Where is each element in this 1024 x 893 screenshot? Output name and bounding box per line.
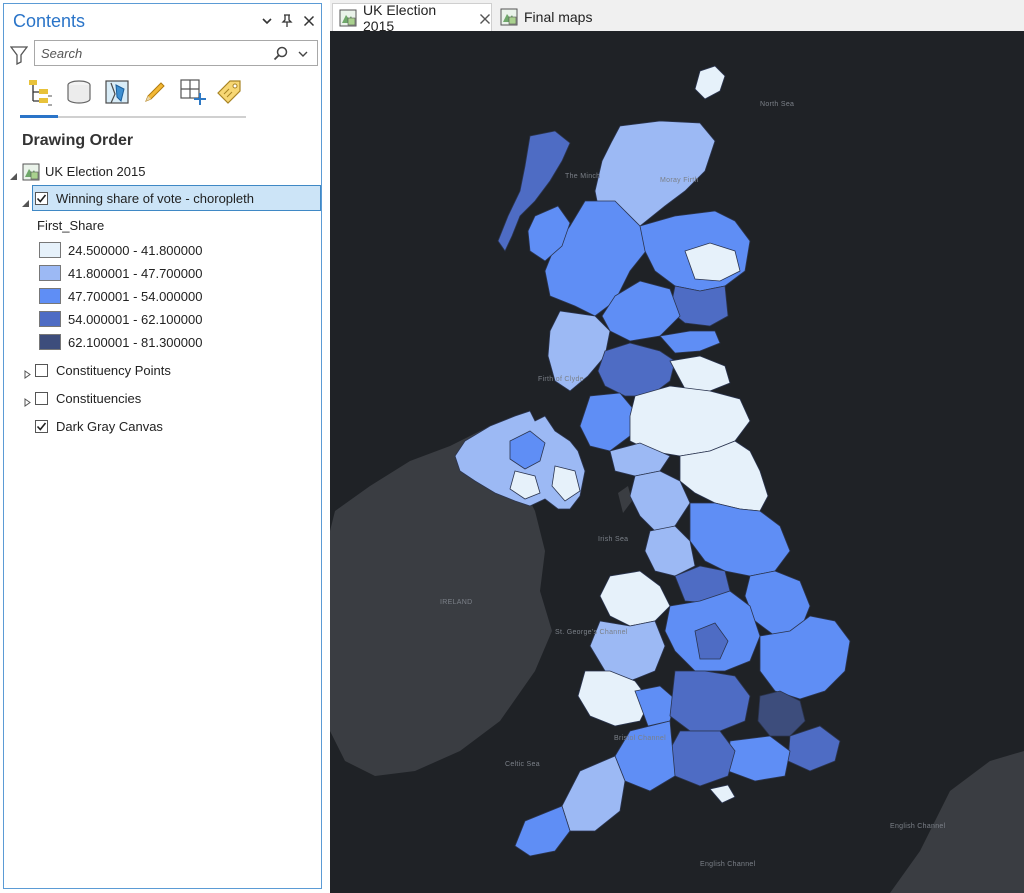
isle-of-man — [618, 486, 632, 513]
search-icon[interactable] — [273, 46, 289, 62]
legend-label-1: 24.500000 - 41.800000 — [68, 243, 203, 258]
document-tab-strip: UK Election 2015 Final maps — [330, 0, 1024, 34]
lancashire — [644, 525, 696, 577]
close-icon[interactable] — [300, 12, 318, 30]
hampshire — [667, 730, 736, 787]
edinburgh-lothian — [669, 355, 731, 392]
layer-basemap-checkbox[interactable] — [35, 420, 48, 433]
map-label-irish-sea: Irish Sea — [598, 536, 629, 543]
cornwall — [514, 805, 571, 857]
sussex — [727, 735, 791, 782]
drawing-order-icon — [24, 77, 54, 112]
legend-swatch-4 — [39, 311, 61, 327]
selection-icon — [102, 77, 132, 112]
layer-points-label[interactable]: Constituency Points — [56, 363, 171, 378]
map-tab-icon — [339, 9, 357, 27]
list-by-source-tab[interactable] — [62, 76, 96, 112]
map-expand-toggle[interactable] — [9, 168, 18, 180]
layer-constituencies-label[interactable]: Constituencies — [56, 391, 141, 406]
search-input[interactable] — [41, 45, 261, 61]
north-wales — [599, 570, 671, 627]
list-by-selection-tab[interactable] — [100, 76, 134, 112]
map-label-st-georges-channel: St. George's Channel — [555, 629, 628, 636]
search-box[interactable] — [34, 40, 318, 66]
contents-pane: Contents Search Drawing Order UK Electio… — [3, 3, 322, 889]
pane-header: Contents — [4, 4, 321, 38]
pin-icon[interactable] — [278, 12, 296, 30]
view-tabs — [20, 76, 246, 118]
tab-final-maps[interactable]: Final maps — [498, 3, 598, 31]
snapping-icon — [178, 77, 208, 112]
map-label-moray-firth: Moray Firth — [660, 177, 699, 184]
continent-landmass — [890, 751, 1024, 893]
fife — [659, 330, 721, 354]
layout-tab-icon — [500, 8, 518, 26]
chevron-down-icon[interactable] — [258, 12, 276, 30]
list-by-editing-tab[interactable] — [138, 76, 172, 112]
legend-swatch-1 — [39, 242, 61, 258]
layer-constituencies-checkbox[interactable] — [35, 392, 48, 405]
list-by-drawing-order-tab[interactable] — [22, 76, 56, 112]
legend-swatch-3 — [39, 288, 61, 304]
legend-label-2: 41.800001 - 47.700000 — [68, 266, 203, 281]
map-label-english-channel-2: English Channel — [700, 861, 756, 868]
map-label-firth-of-clyde: Firth of Clyde — [538, 376, 584, 383]
search-row — [4, 40, 321, 70]
cardiff — [634, 685, 676, 727]
orkney — [694, 65, 726, 100]
map-label-celtic-sea: Celtic Sea — [505, 761, 540, 768]
isle-of-wight — [709, 784, 736, 804]
ayrshire — [579, 392, 636, 452]
map-label-north-sea: North Sea — [760, 101, 795, 108]
kent — [787, 725, 841, 772]
devon — [561, 755, 626, 832]
layer-choropleth-label: Winning share of vote - choropleth — [56, 191, 254, 206]
legend-label-3: 47.700001 - 54.000000 — [68, 289, 203, 304]
legend-label-4: 54.000001 - 62.100000 — [68, 312, 203, 327]
tab-label: Final maps — [524, 9, 593, 25]
angus — [669, 285, 729, 327]
map-label-english-channel: English Channel — [890, 823, 946, 830]
layer-basemap-label[interactable]: Dark Gray Canvas — [56, 419, 163, 434]
layer-points-expand-toggle[interactable] — [23, 366, 32, 379]
close-tab-icon[interactable] — [479, 12, 491, 24]
data-source-icon — [64, 77, 94, 112]
layer-constituencies-expand-toggle[interactable] — [23, 394, 32, 407]
pane-title: Contents — [13, 11, 86, 31]
uk-choropleth-map[interactable] — [330, 31, 1024, 893]
map-label-the-minch: The Minch — [565, 173, 601, 180]
map-label-bristol-channel: Bristol Channel — [614, 735, 666, 742]
map-icon — [22, 163, 40, 181]
section-heading: Drawing Order — [22, 132, 134, 149]
map-label-ireland: IRELAND — [440, 599, 473, 606]
yorkshire — [689, 502, 791, 577]
layer-points-checkbox[interactable] — [35, 364, 48, 377]
legend-swatch-2 — [39, 265, 61, 281]
layer-choropleth-checkbox[interactable] — [35, 192, 48, 205]
legend-label-5: 62.100001 - 81.300000 — [68, 335, 203, 350]
tab-label: UK Election 2015 — [363, 1, 437, 34]
label-tag-icon — [214, 77, 244, 112]
list-by-labeling-tab[interactable] — [212, 76, 246, 112]
list-by-snapping-tab[interactable] — [176, 76, 210, 112]
search-options-chevron-icon[interactable] — [297, 46, 311, 62]
view-tab-selected-indicator — [20, 115, 58, 118]
pencil-icon — [140, 77, 170, 112]
layer-choropleth-expand-toggle[interactable] — [21, 195, 30, 207]
filter-icon[interactable] — [9, 45, 29, 66]
map-name[interactable]: UK Election 2015 — [45, 164, 145, 179]
legend-swatch-5 — [39, 334, 61, 350]
oxford-region — [669, 670, 751, 732]
map-view[interactable]: North Sea The Minch Moray Firth Firth of… — [330, 31, 1024, 893]
tab-uk-election-2015[interactable]: UK Election 2015 — [332, 1, 492, 34]
legend-field-name: First_Share — [37, 218, 105, 233]
